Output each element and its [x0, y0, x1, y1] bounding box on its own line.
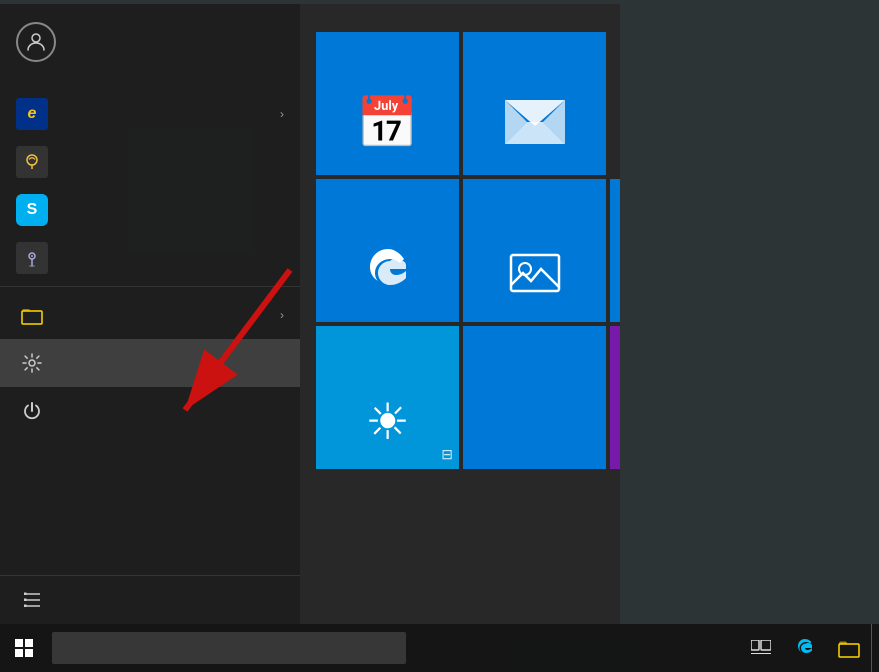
sidebar-item-skype[interactable]: S [0, 186, 300, 234]
right-panel: 📅 [300, 4, 620, 624]
maps-icon [16, 242, 48, 274]
tile-onenote[interactable]: N [610, 326, 620, 469]
most-used-label [0, 80, 300, 90]
sidebar-item-settings[interactable] [0, 339, 300, 387]
weather-icon: ☀ [365, 393, 410, 451]
file-explorer-icon [16, 299, 48, 331]
sidebar-item-tips[interactable] [0, 138, 300, 186]
user-section[interactable] [0, 4, 300, 80]
photos-icon [509, 249, 561, 300]
show-desktop-button[interactable] [871, 624, 879, 672]
start-button[interactable] [0, 624, 48, 672]
divider [0, 286, 300, 287]
settings-icon [16, 347, 48, 379]
taskbar [0, 624, 879, 672]
tile-cortana[interactable] [610, 179, 620, 322]
user-avatar [16, 22, 56, 62]
tile-photos[interactable] [463, 179, 606, 322]
skype-icon: S [16, 194, 48, 226]
weather-sync-icon: ⊟ [441, 446, 453, 463]
ie-icon: e [16, 98, 48, 130]
ie-arrow: › [280, 107, 284, 121]
left-panel: e › S [0, 4, 300, 624]
start-menu: e › S [0, 4, 620, 624]
taskbar-file-explorer-button[interactable] [827, 624, 871, 672]
sidebar-item-maps[interactable] [0, 234, 300, 282]
taskbar-edge-button[interactable] [783, 624, 827, 672]
tile-cut-the-cord[interactable] [463, 326, 606, 469]
sidebar-item-file-explorer[interactable]: › [0, 291, 300, 339]
search-input[interactable] [52, 632, 406, 664]
empty-top-right [610, 32, 620, 175]
sidebar-item-ie[interactable]: e › [0, 90, 300, 138]
task-view-button[interactable] [739, 624, 783, 672]
file-explorer-arrow: › [280, 308, 284, 322]
calendar-icon: 📅 [356, 94, 418, 153]
edge-icon [360, 241, 416, 300]
all-apps-icon [16, 584, 48, 616]
tile-mail[interactable] [463, 32, 606, 175]
tips-icon [16, 146, 48, 178]
tile-calendar[interactable]: 📅 [316, 32, 459, 175]
sidebar-item-power[interactable] [0, 387, 300, 435]
tile-weather[interactable]: ☀ ⊟ [316, 326, 459, 469]
tile-edge[interactable] [316, 179, 459, 322]
mail-icon [505, 100, 565, 147]
sidebar-item-all-apps[interactable] [0, 575, 300, 624]
power-icon [16, 395, 48, 427]
